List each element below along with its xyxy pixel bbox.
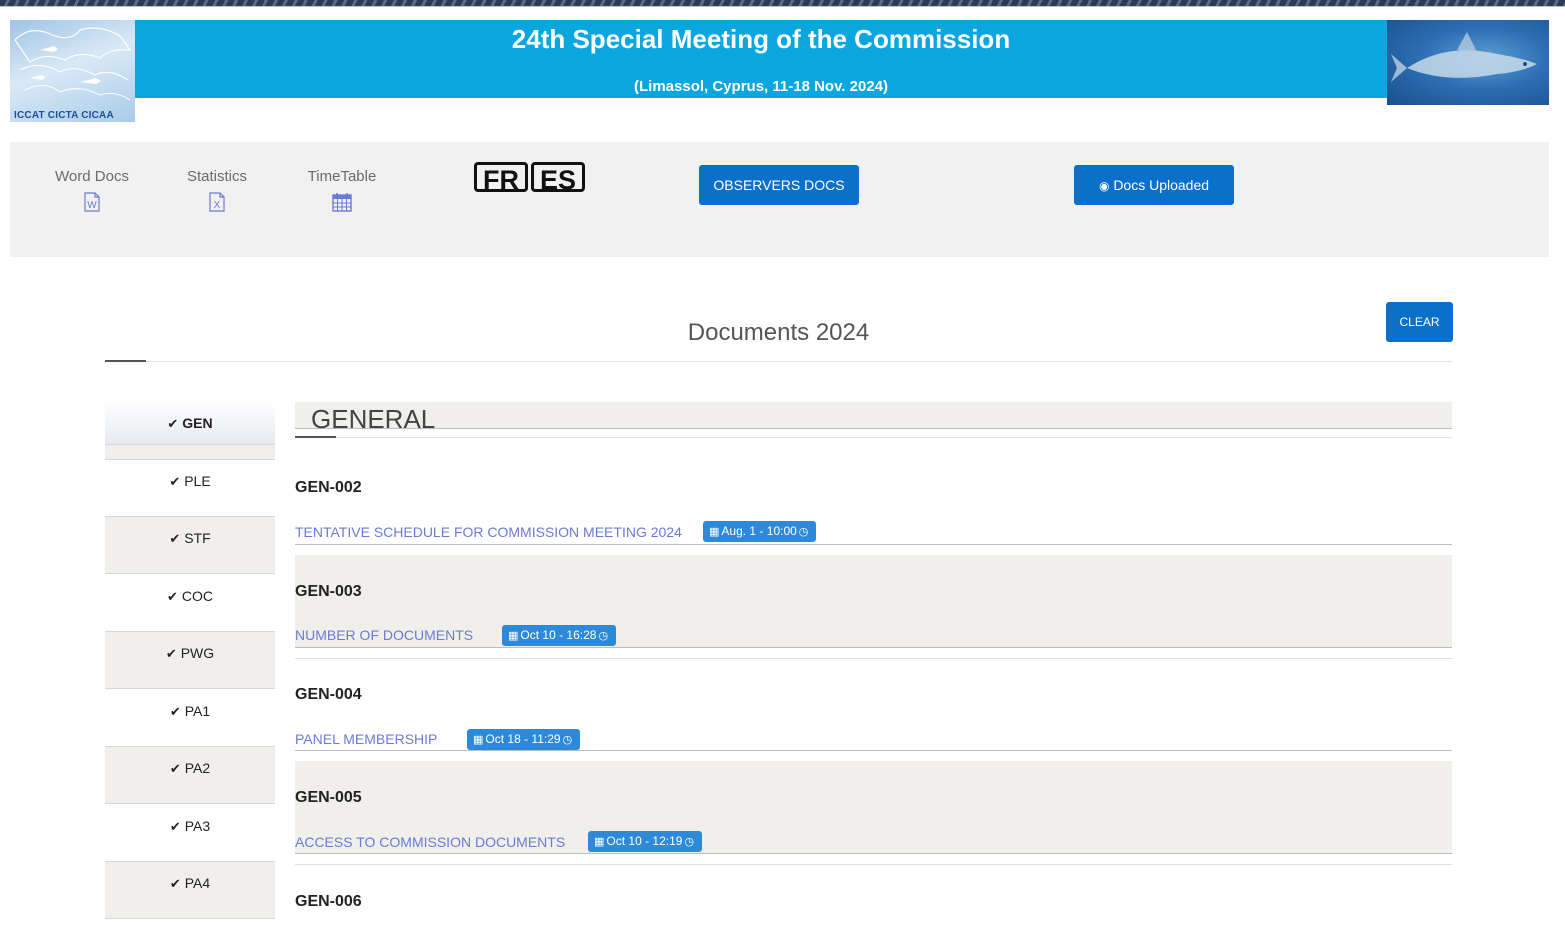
lang-fr-button[interactable]: FR [474,162,528,195]
document-code: GEN-006 [295,893,362,910]
date-badge: ▦ Oct 18 - 11:29 ◷ [467,729,581,750]
meeting-banner: 24th Special Meeting of the Commission (… [135,20,1387,98]
iccat-logo: ICCAT CICTA CICAA [10,20,135,122]
document-row: GEN-006 [295,864,1452,933]
svg-text:W: W [87,200,97,211]
date-text: Oct 10 - 12:19 [606,834,683,848]
tab-pa3[interactable]: ✔ PA3 [105,805,275,862]
date-badge: ▦ Aug. 1 - 10:00 ◷ [703,521,817,542]
tab-label: STF [184,530,211,546]
check-icon: ✔ [169,474,181,489]
clock-icon: ◷ [598,630,609,642]
document-row: GEN-002 TENTATIVE SCHEDULE FOR COMMISSIO… [295,478,1452,545]
section-divider [295,437,1452,438]
tab-label: PLE [184,473,211,489]
lang-es-button[interactable]: ES [531,162,585,195]
tab-label: PA2 [184,760,211,776]
section-header: GENERAL [295,402,1452,434]
clock-icon: ◷ [562,734,573,746]
document-link[interactable]: ACCESS TO COMMISSION DOCUMENTS [295,833,565,851]
docs-uploaded-label: Docs Uploaded [1113,177,1210,193]
excel-file-icon: X [209,192,225,212]
document-row: GEN-004 PANEL MEMBERSHIP ▦ Oct 18 - 11:29… [295,658,1452,751]
check-icon: ✔ [169,819,181,834]
document-link[interactable]: TENTATIVE SCHEDULE FOR COMMISSION MEETIN… [295,523,682,541]
toolbar: Word Docs W Statistics X TimeTable FR ES… [10,142,1549,257]
tab-label: COC [181,588,214,604]
tab-label: PA1 [184,703,211,719]
observers-docs-button[interactable]: OBSERVERS DOCS [699,165,859,205]
date-badge: ▦ Oct 10 - 16:28 ◷ [502,625,617,646]
docs-uploaded-button[interactable]: ◉ Docs Uploaded [1074,165,1234,205]
tab-pa4[interactable]: ✔ PA4 [105,862,275,919]
tab-pa1[interactable]: ✔ PA1 [105,690,275,747]
document-link[interactable]: NUMBER OF DOCUMENTS [295,626,473,644]
document-code: GEN-005 [295,789,362,806]
check-icon: ✔ [169,876,181,891]
calendar-icon: ▦ [594,836,605,848]
tab-stf[interactable]: ✔ STF [105,517,275,574]
svg-text:X: X [214,200,221,211]
word-file-icon: W [84,192,100,212]
documents-divider-accent [105,360,146,362]
word-docs-label: Word Docs [55,168,129,185]
logo-text: ICCAT CICTA CICAA [14,110,114,121]
tab-ple[interactable]: ✔ PLE [105,460,275,517]
check-icon: ✔ [166,589,178,604]
check-icon: ✔ [169,531,181,546]
tuna-photo [1387,20,1549,105]
timetable-link[interactable]: TimeTable [292,168,392,212]
documents-title: Documents 2024 [687,319,870,346]
document-row: GEN-005 ACCESS TO COMMISSION DOCUMENTS ▦… [295,761,1452,854]
page-subtitle: (Limassol, Cyprus, 11-18 Nov. 2024) [634,78,888,95]
calendar-icon [332,193,352,212]
date-text: Aug. 1 - 10:00 [721,524,797,538]
statistics-label: Statistics [186,168,247,185]
clock-icon: ◷ [798,526,809,538]
tab-pa2[interactable]: ✔ PA2 [105,747,275,804]
timetable-label: TimeTable [307,168,377,185]
tab-label: GEN [182,415,213,431]
date-badge: ▦ Oct 10 - 12:19 ◷ [588,831,703,852]
tab-label: PWG [180,645,215,661]
tab-label: PA3 [184,818,211,834]
page-title: 24th Special Meeting of the Commission [511,24,1011,54]
check-icon: ✔ [165,646,177,661]
eye-icon: ◉ [1098,179,1110,193]
date-text: Oct 18 - 11:29 [485,732,561,746]
check-icon: ✔ [169,761,181,776]
document-code: GEN-002 [295,479,362,496]
word-docs-link[interactable]: Word Docs W [42,168,142,212]
section-divider-accent [295,436,336,438]
tab-pwg[interactable]: ✔ PWG [105,632,275,689]
check-icon: ✔ [169,704,181,719]
document-code: GEN-004 [295,686,362,703]
tab-coc[interactable]: ✔ COC [105,575,275,632]
clock-icon: ◷ [684,836,695,848]
check-icon: ✔ [167,416,179,431]
clear-button[interactable]: CLEAR [1386,302,1453,342]
top-divider [0,6,1565,7]
tab-partial [105,919,275,933]
calendar-icon: ▦ [508,630,519,642]
world-map-graphic [14,27,132,101]
date-text: Oct 10 - 16:28 [520,628,597,642]
statistics-link[interactable]: Statistics X [167,168,267,212]
document-code: GEN-003 [295,583,362,600]
section-title: GENERAL [311,404,436,434]
documents-divider [105,361,1452,362]
tab-spacer [105,445,275,460]
document-row: GEN-003 NUMBER OF DOCUMENTS ▦ Oct 10 - 16… [295,555,1452,648]
document-link[interactable]: PANEL MEMBERSHIP [295,730,437,748]
calendar-icon: ▦ [709,526,720,538]
tab-gen[interactable]: ✔ GEN [105,402,275,445]
calendar-icon: ▦ [473,734,484,746]
tab-label: PA4 [184,875,211,891]
